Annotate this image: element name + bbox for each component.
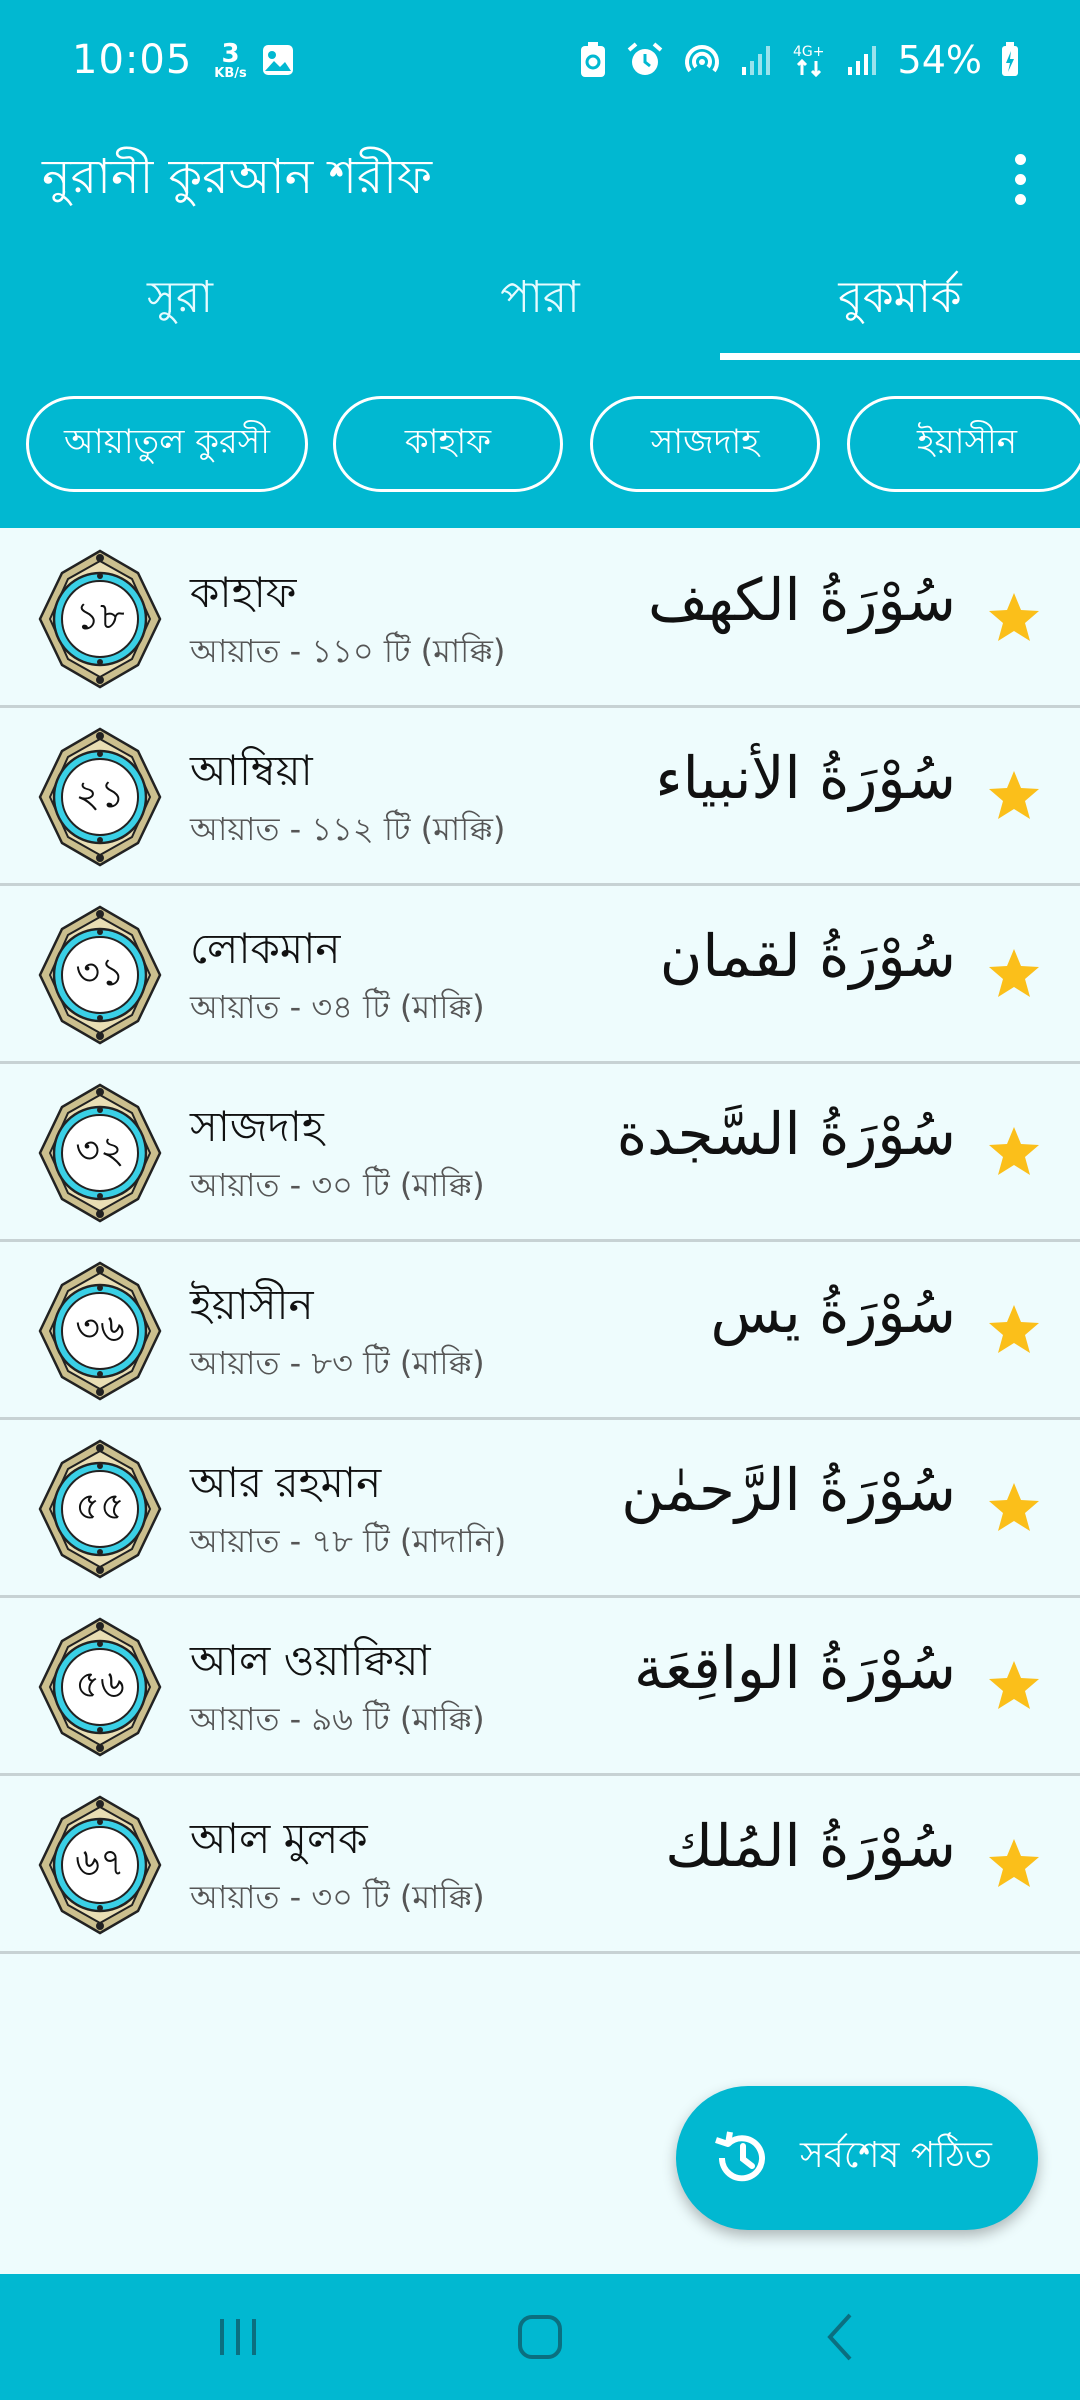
surah-arabic-name: سُوْرَةُ الأنبياء: [655, 744, 956, 812]
chip-kahaf[interactable]: কাহাফ: [333, 396, 563, 492]
star-icon[interactable]: [986, 768, 1042, 824]
battery-saver-icon: [580, 42, 605, 77]
bookmark-row[interactable]: ৩২ সাজদাহ আয়াত - ৩০ টি (মাক্কি) سُوْرَة…: [0, 1064, 1080, 1242]
tab-bookmark[interactable]: বুকমার্ক: [720, 240, 1080, 360]
bookmark-row[interactable]: ৫৬ আল ওয়াক্বিয়া আয়াত - ৯৬ টি (মাক্কি)…: [0, 1598, 1080, 1776]
more-vert-icon[interactable]: [990, 134, 1050, 224]
star-icon[interactable]: [986, 1124, 1042, 1180]
surah-number-badge: ৫৫: [38, 1439, 162, 1579]
tab-bar: সুরা পারা বুকমার্ক: [0, 240, 1080, 360]
surah-name: আম্বিয়া: [190, 746, 313, 795]
bookmark-chips: আয়াতুল কুরসী কাহাফ সাজদাহ ইয়াসীন: [0, 396, 1080, 494]
bookmark-list: ১৮ কাহাফ আয়াত - ১১০ টি (মাক্কি) سُوْرَة…: [0, 530, 1080, 1954]
surah-arabic-name: سُوْرَةُ لقمان: [659, 922, 956, 990]
surah-info: আয়াত - ৭৮ টি (মাদানি): [190, 1522, 507, 1560]
surah-arabic-name: سُوْرَةُ السَّجدة: [616, 1100, 956, 1168]
star-icon[interactable]: [986, 1302, 1042, 1358]
surah-name: লোকমান: [190, 924, 341, 973]
status-time: 10:05: [72, 37, 193, 83]
chip-sajdah[interactable]: সাজদাহ: [590, 396, 820, 492]
surah-number-badge: ১৮: [38, 549, 162, 689]
surah-info: আয়াত - ৮৩ টি (মাক্কি): [190, 1344, 485, 1382]
surah-arabic-name: سُوْرَةُ يس: [710, 1278, 956, 1346]
star-icon[interactable]: [986, 1836, 1042, 1892]
surah-number: ৫৫: [75, 1484, 125, 1528]
network-4g-icon: 4G+: [793, 44, 825, 78]
surah-name: আল ওয়াক্বিয়া: [190, 1636, 431, 1685]
net-speed-indicator: 3 KB/s: [214, 38, 247, 81]
surah-info: আয়াত - ৩৪ টি (মাক্কি): [190, 988, 485, 1026]
battery-charging-icon: [1002, 42, 1018, 76]
surah-number-badge: ২১: [38, 727, 162, 867]
chip-yasin[interactable]: ইয়াসীন: [847, 396, 1080, 492]
surah-info: আয়াত - ৩০ টি (মাক্কি): [190, 1166, 485, 1204]
surah-number: ৬৭: [75, 1840, 125, 1884]
recents-icon[interactable]: [208, 2307, 268, 2367]
bookmark-row[interactable]: ৩১ লোকমান আয়াত - ৩৪ টি (মাক্কি) سُوْرَة…: [0, 886, 1080, 1064]
surah-name: আর রহমান: [190, 1458, 382, 1507]
signal-icon-sim1: [741, 46, 770, 75]
surah-number: ২১: [75, 772, 125, 816]
bookmark-row[interactable]: ১৮ কাহাফ আয়াত - ১১০ টি (মাক্কি) سُوْرَة…: [0, 530, 1080, 708]
star-icon[interactable]: [986, 1658, 1042, 1714]
status-bar: 10:05 3 KB/s 4G+ 54%: [0, 0, 1080, 120]
surah-info: আয়াত - ১১২ টি (মাক্কি): [190, 810, 506, 848]
surah-arabic-name: سُوْرَةُ الكهف: [648, 566, 956, 634]
surah-name: কাহাফ: [190, 568, 297, 617]
surah-name: সাজদাহ: [190, 1102, 324, 1151]
last-read-label: সর্বশেষ পঠিত: [800, 2135, 992, 2176]
alarm-icon: [627, 42, 662, 75]
surah-number: ৩৬: [75, 1306, 125, 1350]
chip-ayatul-kursi[interactable]: আয়াতুল কুরসী: [26, 396, 308, 492]
surah-number: ১৮: [75, 594, 125, 638]
bookmark-row[interactable]: ৬৭ আল মুলক আয়াত - ৩০ টি (মাক্কি) سُوْرَ…: [0, 1776, 1080, 1954]
tab-sura[interactable]: সুরা: [0, 240, 360, 360]
surah-number: ৩২: [75, 1128, 125, 1172]
surah-number-badge: ৩১: [38, 905, 162, 1045]
surah-info: আয়াত - ৩০ টি (মাক্কি): [190, 1878, 485, 1916]
history-icon: [715, 2131, 765, 2182]
surah-number: ৩১: [75, 950, 125, 994]
last-read-button[interactable]: সর্বশেষ পঠিত: [676, 2086, 1038, 2230]
surah-info: আয়াত - ১১০ টি (মাক্কি): [190, 632, 506, 670]
tab-para[interactable]: পারা: [360, 240, 720, 360]
surah-number-badge: ৩২: [38, 1083, 162, 1223]
system-nav-bar: [0, 2274, 1080, 2400]
signal-icon-sim2: [847, 46, 876, 75]
svg-text:4G+: 4G+: [793, 44, 825, 60]
surah-number: ৫৬: [75, 1662, 125, 1706]
gallery-icon: [262, 45, 293, 75]
home-icon[interactable]: [510, 2307, 570, 2367]
star-icon[interactable]: [986, 1480, 1042, 1536]
surah-name: ইয়াসীন: [190, 1280, 314, 1329]
hotspot-icon: [684, 45, 719, 73]
surah-number-badge: ৩৬: [38, 1261, 162, 1401]
app-title: নুরানী কুরআন শরীফ: [42, 148, 433, 205]
app-header: 10:05 3 KB/s 4G+ 54% নুরানী কুরআন শরীফ স…: [0, 0, 1080, 528]
surah-arabic-name: سُوْرَةُ الرَّحمٰن: [621, 1456, 956, 1524]
surah-number-badge: ৫৬: [38, 1617, 162, 1757]
surah-arabic-name: سُوْرَةُ الواقِعَة: [633, 1634, 956, 1702]
surah-number-badge: ৬৭: [38, 1795, 162, 1935]
star-icon[interactable]: [986, 590, 1042, 646]
surah-arabic-name: سُوْرَةُ المُلك: [665, 1812, 956, 1880]
back-icon[interactable]: [812, 2307, 872, 2367]
star-icon[interactable]: [986, 946, 1042, 1002]
surah-name: আল মুলক: [190, 1814, 368, 1863]
bookmark-row[interactable]: ২১ আম্বিয়া আয়াত - ১১২ টি (মাক্কি) سُوْ…: [0, 708, 1080, 886]
bookmark-row[interactable]: ৫৫ আর রহমান আয়াত - ৭৮ টি (মাদানি) سُوْر…: [0, 1420, 1080, 1598]
battery-percentage: 54%: [897, 38, 982, 82]
surah-info: আয়াত - ৯৬ টি (মাক্কি): [190, 1700, 485, 1738]
bookmark-row[interactable]: ৩৬ ইয়াসীন আয়াত - ৮৩ টি (মাক্কি) سُوْرَ…: [0, 1242, 1080, 1420]
